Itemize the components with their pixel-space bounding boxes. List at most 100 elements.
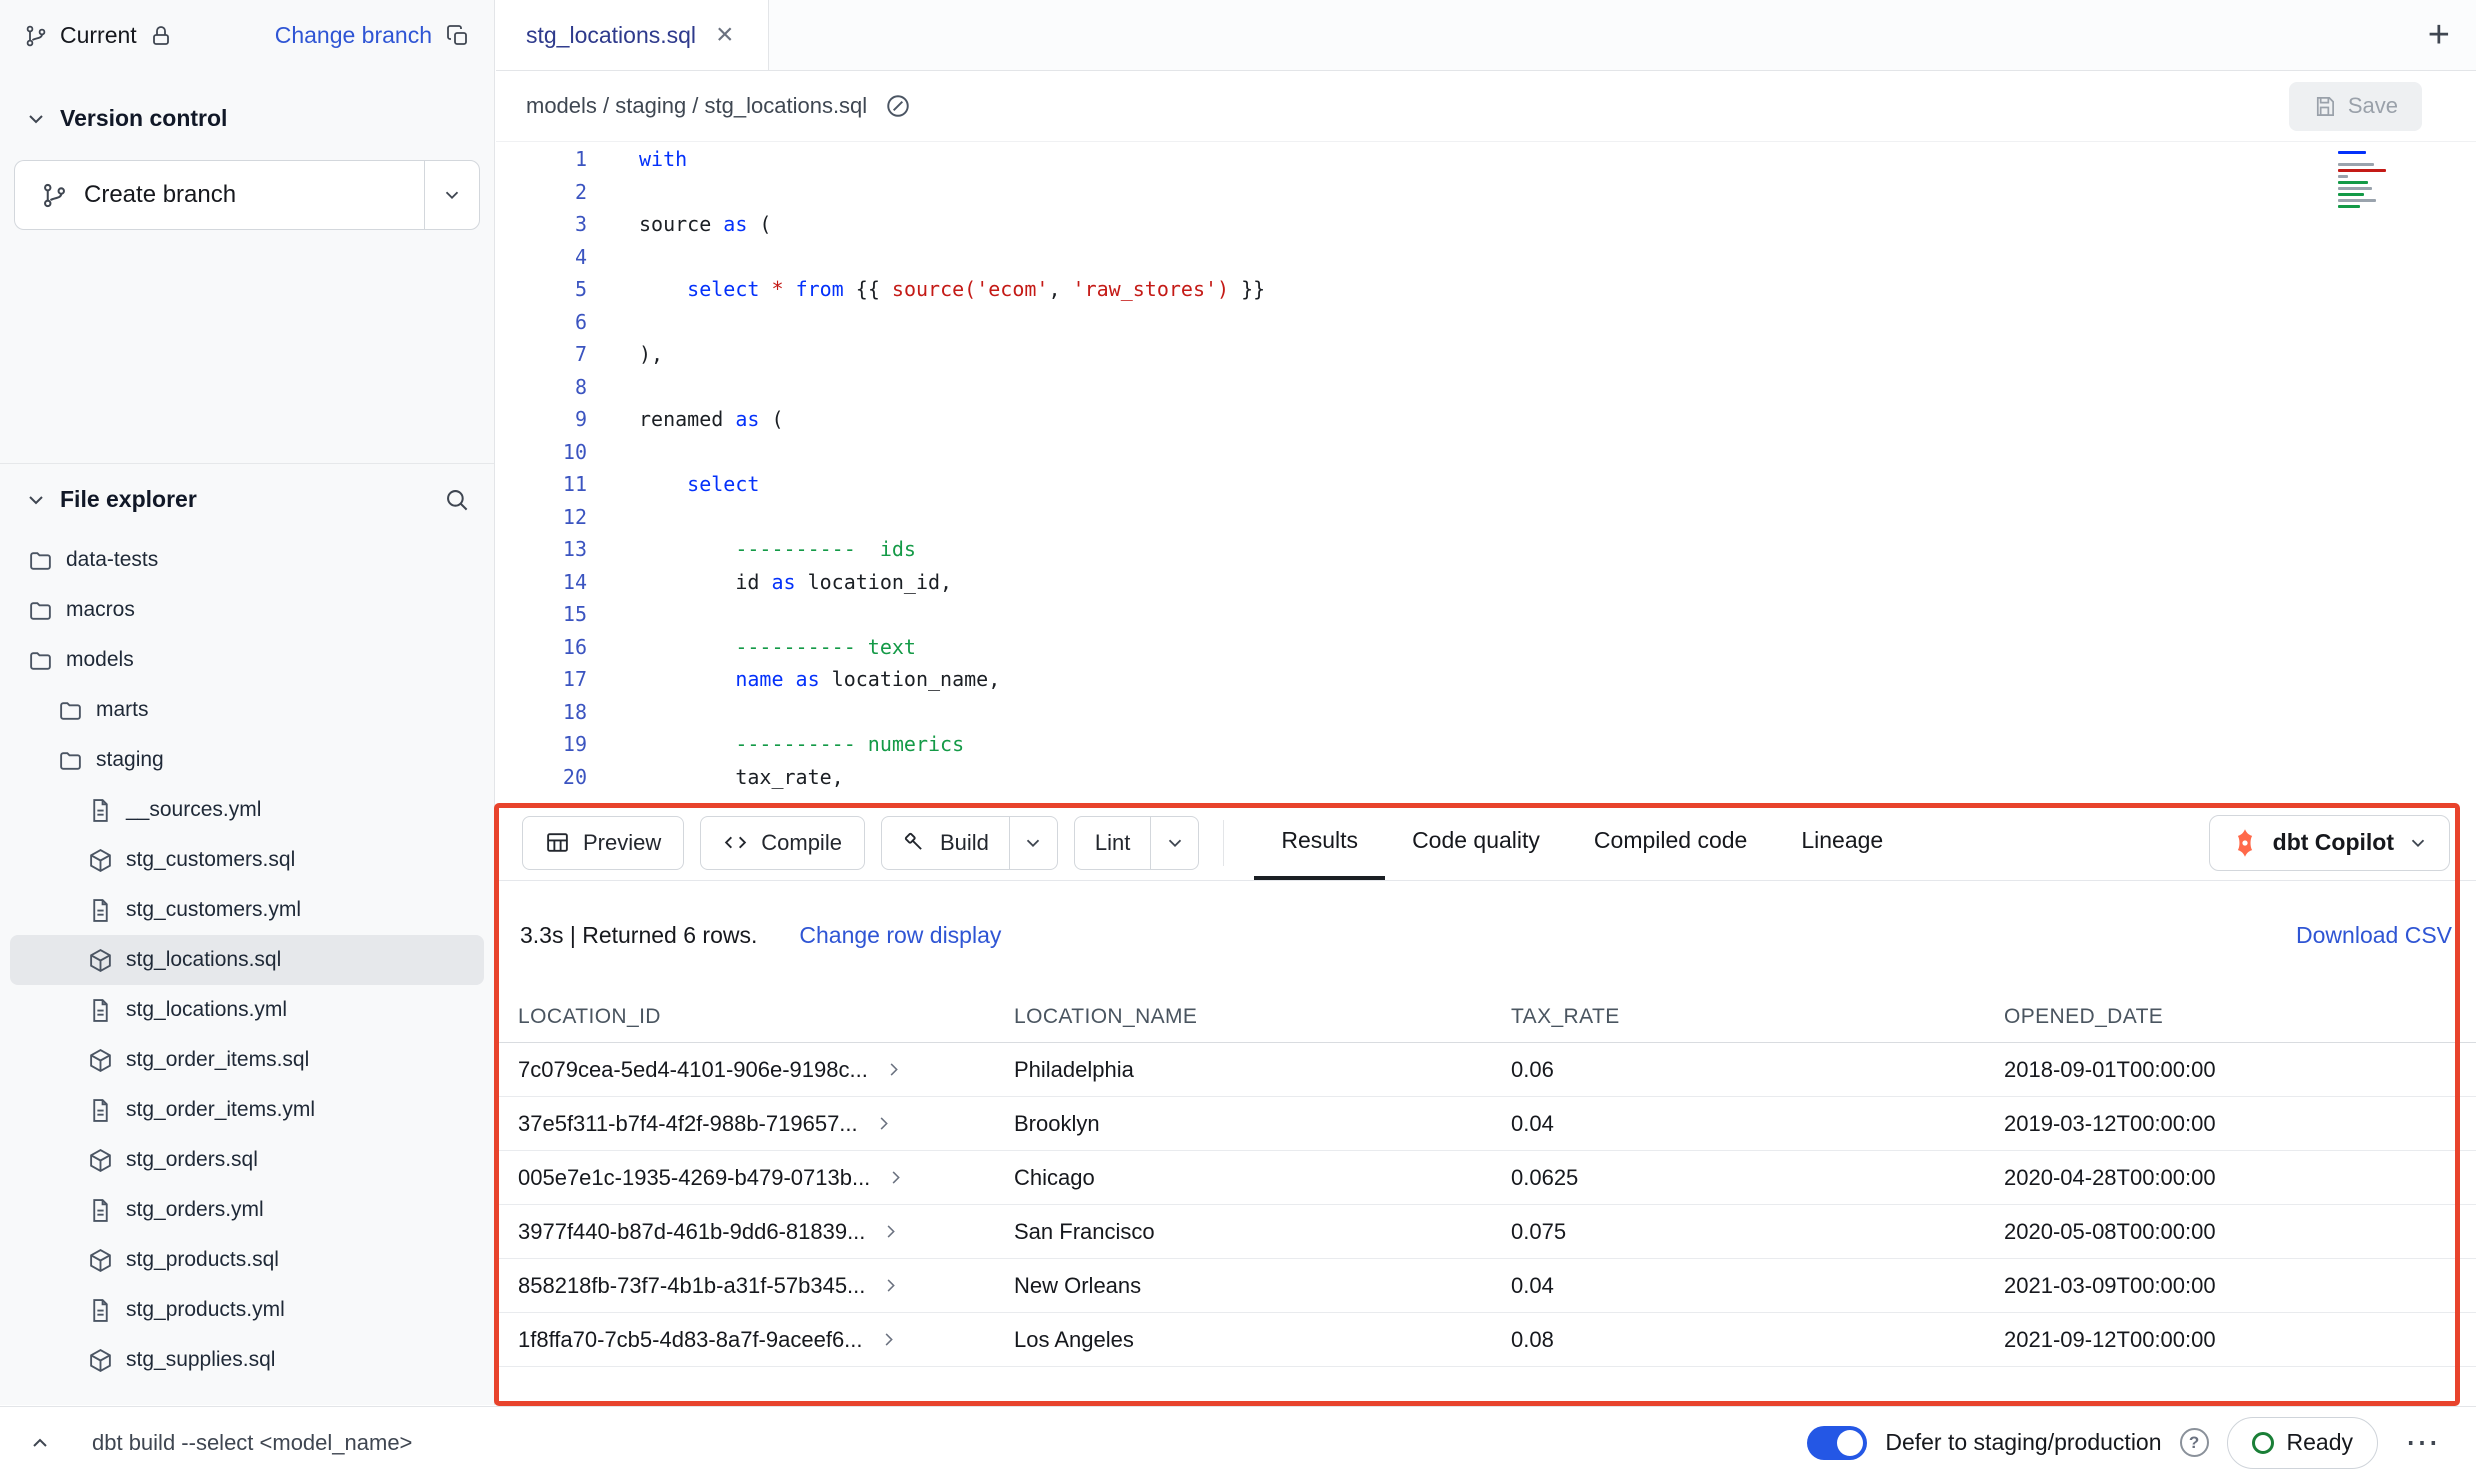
file-name: data-tests (66, 548, 158, 572)
docs-slash-circle-icon[interactable] (885, 93, 911, 119)
results-table-body: 7c079cea-5ed4-4101-906e-9198c...Philadel… (496, 1043, 2476, 1367)
cell-tax-rate: 0.04 (1511, 1273, 2004, 1299)
more-options-button[interactable]: ⋯ (2396, 1417, 2448, 1469)
file-tree-item-stg-locations-sql[interactable]: stg_locations.sql (10, 935, 484, 985)
download-csv-link[interactable]: Download CSV (2296, 922, 2452, 949)
expand-row-icon[interactable] (886, 1168, 905, 1187)
cell-opened-date: 2021-03-09T00:00:00 (2004, 1273, 2454, 1299)
results-summary: 3.3s | Returned 6 rows. (520, 922, 757, 949)
create-branch-button[interactable]: Create branch (14, 160, 424, 230)
file-tree-item-stg-supplies-sql[interactable]: stg_supplies.sql (10, 1335, 484, 1385)
version-control-header[interactable]: Version control (0, 91, 494, 146)
cell-tax-rate: 0.04 (1511, 1111, 2004, 1137)
panel-tab-compiled-code[interactable]: Compiled code (1567, 805, 1774, 880)
location-id-value: 3977f440-b87d-461b-9dd6-81839... (518, 1219, 865, 1245)
code-content: with source as ( select * from {{ source… (587, 143, 2476, 805)
table-row[interactable]: 3977f440-b87d-461b-9dd6-81839...San Fran… (496, 1205, 2476, 1259)
file-tree-item-stg-customers-yml[interactable]: stg_customers.yml (10, 885, 484, 935)
change-branch-button[interactable]: Change branch (275, 22, 470, 49)
cell-opened-date: 2018-09-01T00:00:00 (2004, 1057, 2454, 1083)
compile-label: Compile (761, 830, 842, 856)
cell-location-id: 3977f440-b87d-461b-9dd6-81839... (518, 1219, 1014, 1245)
cell-location-name: New Orleans (1014, 1273, 1511, 1299)
lint-options-caret[interactable] (1150, 817, 1198, 869)
expand-row-icon[interactable] (884, 1060, 903, 1079)
table-row[interactable]: 1f8ffa70-7cb5-4d83-8a7f-9aceef6...Los An… (496, 1313, 2476, 1367)
command-bar[interactable]: dbt build --select <model_name> (92, 1430, 412, 1456)
cell-opened-date: 2020-04-28T00:00:00 (2004, 1165, 2454, 1191)
file-tree-item-sources-yml[interactable]: __sources.yml (10, 785, 484, 835)
folder-icon (58, 748, 83, 773)
cell-tax-rate: 0.0625 (1511, 1165, 2004, 1191)
change-row-display-link[interactable]: Change row display (799, 922, 1001, 949)
folder-icon (28, 548, 53, 573)
create-branch-caret-button[interactable] (424, 160, 480, 230)
breadcrumb: models / staging / stg_locations.sql (526, 93, 867, 119)
file-tree-item-macros[interactable]: macros (10, 585, 484, 635)
line-numbers: 1234567891011121314151617181920 (496, 143, 587, 805)
defer-toggle[interactable] (1807, 1426, 1867, 1460)
file-tree: data-tests macrosmodelsmartsstaging __sour… (0, 535, 494, 1385)
preview-button[interactable]: Preview (522, 816, 684, 870)
file-tree-item-stg-products-sql[interactable]: stg_products.sql (10, 1235, 484, 1285)
ready-status-button[interactable]: Ready (2227, 1417, 2378, 1469)
file-tree-item-marts[interactable]: marts (10, 685, 484, 735)
git-branch-icon (41, 182, 68, 209)
copy-icon (446, 24, 470, 48)
cell-location-name: Chicago (1014, 1165, 1511, 1191)
minimap[interactable] (2338, 151, 2400, 221)
file-name: stg_locations.yml (126, 998, 287, 1022)
current-branch[interactable]: Current (24, 22, 173, 49)
file-tree-item-stg-order-items-yml[interactable]: stg_order_items.yml (10, 1085, 484, 1135)
expand-row-icon[interactable] (881, 1222, 900, 1241)
build-button[interactable]: Build (882, 817, 1009, 869)
dbt-copilot-button[interactable]: dbt Copilot (2209, 815, 2450, 871)
expand-row-icon[interactable] (879, 1330, 898, 1349)
expand-row-icon[interactable] (874, 1114, 893, 1133)
location-id-value: 37e5f311-b7f4-4f2f-988b-719657... (518, 1111, 858, 1137)
table-row[interactable]: 858218fb-73f7-4b1b-a31f-57b345...New Orl… (496, 1259, 2476, 1313)
build-split-button: Build (881, 816, 1058, 870)
close-tab-icon[interactable]: × (716, 24, 738, 46)
lint-split-button: Lint (1074, 816, 1199, 870)
search-icon[interactable] (443, 486, 470, 513)
file-tree-item-stg-orders-yml[interactable]: stg_orders.yml (10, 1185, 484, 1235)
lint-button[interactable]: Lint (1075, 817, 1150, 869)
file-tree-item-models[interactable]: models (10, 635, 484, 685)
table-row[interactable]: 005e7e1c-1935-4269-b479-0713b...Chicago0… (496, 1151, 2476, 1205)
lock-icon (149, 24, 173, 48)
table-row[interactable]: 7c079cea-5ed4-4101-906e-9198c...Philadel… (496, 1043, 2476, 1097)
help-icon[interactable]: ? (2180, 1428, 2209, 1457)
file-explorer-header[interactable]: File explorer (24, 486, 197, 513)
table-row[interactable]: 37e5f311-b7f4-4f2f-988b-719657...Brookly… (496, 1097, 2476, 1151)
file-tree-item-stg-locations-yml[interactable]: stg_locations.yml (10, 985, 484, 1035)
chevron-down-icon (1022, 832, 1044, 854)
panel-tab-lineage[interactable]: Lineage (1774, 805, 1910, 880)
chevron-down-icon (2407, 832, 2429, 854)
file-tree-item-stg-customers-sql[interactable]: stg_customers.sql (10, 835, 484, 885)
expand-row-icon[interactable] (881, 1276, 900, 1295)
panel-tab-code-quality[interactable]: Code quality (1385, 805, 1567, 880)
panel-tab-results[interactable]: Results (1254, 805, 1385, 880)
file-name: __sources.yml (126, 798, 261, 822)
chevron-up-icon[interactable] (28, 1431, 52, 1455)
panel-toolbar: Preview Compile Build Lint (496, 805, 2476, 881)
create-branch-label: Create branch (84, 181, 236, 209)
model-file-icon (88, 1248, 113, 1273)
save-button[interactable]: Save (2289, 82, 2422, 131)
file-explorer-section: File explorer data-tests macrosmodelsmart… (0, 463, 494, 1385)
new-tab-button[interactable]: + (2428, 0, 2450, 70)
file-tree-item-data-tests[interactable]: data-tests (10, 535, 484, 585)
defer-label: Defer to staging/production (1885, 1429, 2161, 1456)
file-tree-item-staging[interactable]: staging (10, 735, 484, 785)
file-tree-item-stg-products-yml[interactable]: stg_products.yml (10, 1285, 484, 1335)
file-tree-item-stg-order-items-sql[interactable]: stg_order_items.sql (10, 1035, 484, 1085)
build-options-caret[interactable] (1009, 817, 1057, 869)
code-editor[interactable]: 1234567891011121314151617181920 with sou… (496, 143, 2476, 805)
tab-stg-locations-sql[interactable]: stg_locations.sql × (496, 0, 769, 70)
compile-button[interactable]: Compile (700, 816, 865, 870)
file-tree-item-stg-orders-sql[interactable]: stg_orders.sql (10, 1135, 484, 1185)
help-glyph: ? (2189, 1433, 2199, 1453)
lint-label: Lint (1095, 830, 1130, 856)
cell-location-name: Philadelphia (1014, 1057, 1511, 1083)
